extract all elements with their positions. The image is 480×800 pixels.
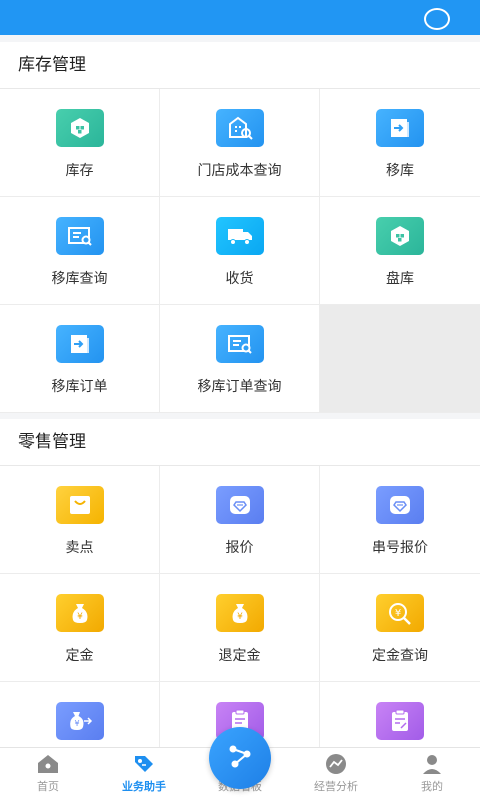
main-scroll[interactable]: 库存管理 库存 门店成本查询 移库 移库查询 收货 盘库 移库订单 移库订单查询… xyxy=(0,42,480,748)
inventory-icon xyxy=(55,109,104,147)
tab-label: 首页 xyxy=(37,780,59,793)
grid-item-label: 串号报价 xyxy=(372,540,428,556)
transfer-icon xyxy=(376,109,424,147)
transfer-order-query-icon xyxy=(215,325,264,363)
grid-item-label: 门店成本查询 xyxy=(197,163,282,179)
grid-item-store-cost-query[interactable]: 门店成本查询 xyxy=(160,89,320,197)
money-transfer-icon: ¥ xyxy=(55,702,104,740)
home-icon xyxy=(36,754,60,774)
diamond-quote-icon xyxy=(215,486,264,524)
shopping-bag-icon xyxy=(55,486,104,524)
grid-item-clipboard-edit[interactable] xyxy=(320,682,480,748)
grid-item-label: 盘库 xyxy=(386,271,414,287)
grid-item-serial-quote[interactable]: 串号报价 xyxy=(320,466,480,574)
tab-analysis[interactable]: 经营分析 xyxy=(288,748,384,800)
grid-item-deposit[interactable]: ¥ 定金 xyxy=(0,574,160,682)
svg-text:¥: ¥ xyxy=(237,612,243,622)
center-action-button[interactable] xyxy=(209,727,271,789)
tab-label: 经营分析 xyxy=(314,780,358,793)
grid-item-money-transfer[interactable]: ¥ xyxy=(0,682,160,748)
grid-item-quote[interactable]: 报价 xyxy=(160,466,320,574)
grid-item-selling-points[interactable]: 卖点 xyxy=(0,466,160,574)
grid-item-label: 移库 xyxy=(386,163,414,179)
truck-icon xyxy=(215,217,264,255)
grid-item-label: 定金 xyxy=(65,648,94,664)
svg-text:¥: ¥ xyxy=(74,719,79,728)
tab-home[interactable]: 首页 xyxy=(0,748,96,800)
retail-grid: 卖点 报价 串号报价 ¥ 定金 ¥ 退定金 ¥ 定金查询 ¥ xyxy=(0,466,480,748)
grid-item-label: 库存 xyxy=(65,163,94,179)
store-cost-icon xyxy=(215,109,264,147)
grid-item-transfer[interactable]: 移库 xyxy=(320,89,480,197)
grid-item-label: 报价 xyxy=(225,540,254,556)
grid-item-refund-deposit[interactable]: ¥ 退定金 xyxy=(160,574,320,682)
grid-item-transfer-order[interactable]: 移库订单 xyxy=(0,305,160,413)
grid-item-label: 移库查询 xyxy=(51,271,108,287)
grid-item-label: 定金查询 xyxy=(372,648,428,664)
tag-icon xyxy=(132,754,156,774)
user-icon xyxy=(420,754,444,774)
tab-label: 我的 xyxy=(421,780,443,793)
grid-item-label: 卖点 xyxy=(65,540,94,556)
tab-mine[interactable]: 我的 xyxy=(384,748,480,800)
inventory-grid: 库存 门店成本查询 移库 移库查询 收货 盘库 移库订单 移库订单查询 xyxy=(0,89,480,413)
deposit-query-icon: ¥ xyxy=(376,594,424,632)
section-title-retail: 零售管理 xyxy=(0,419,480,466)
grid-item-deposit-query[interactable]: ¥ 定金查询 xyxy=(320,574,480,682)
share-node-icon xyxy=(225,741,255,775)
grid-item-transfer-order-query[interactable]: 移库订单查询 xyxy=(160,305,320,413)
grid-item-receive[interactable]: 收货 xyxy=(160,197,320,305)
transfer-query-icon xyxy=(55,217,104,255)
grid-item-label: 退定金 xyxy=(218,648,261,664)
serial-quote-icon xyxy=(376,486,424,524)
clipboard-edit-icon xyxy=(376,702,424,740)
transfer-order-icon xyxy=(55,325,104,363)
grid-item-label: 移库订单 xyxy=(51,379,108,395)
circle-icon[interactable] xyxy=(424,8,450,30)
money-bag-icon: ¥ xyxy=(55,594,104,632)
tab-business-assistant[interactable]: 业务助手 xyxy=(96,748,192,800)
svg-text:¥: ¥ xyxy=(77,612,83,622)
svg-text:¥: ¥ xyxy=(395,608,401,619)
grid-item-label: 移库订单查询 xyxy=(197,379,282,395)
tab-label: 业务助手 xyxy=(122,780,166,793)
refund-deposit-icon: ¥ xyxy=(215,594,264,632)
grid-empty-cell xyxy=(320,305,480,413)
grid-item-inventory[interactable]: 库存 xyxy=(0,89,160,197)
grid-item-transfer-query[interactable]: 移库查询 xyxy=(0,197,160,305)
stocktake-icon xyxy=(376,217,424,255)
status-bar xyxy=(0,0,480,35)
grid-item-label: 收货 xyxy=(225,271,254,287)
grid-item-stocktake[interactable]: 盘库 xyxy=(320,197,480,305)
section-title-inventory: 库存管理 xyxy=(0,42,480,89)
analysis-icon xyxy=(324,754,348,774)
